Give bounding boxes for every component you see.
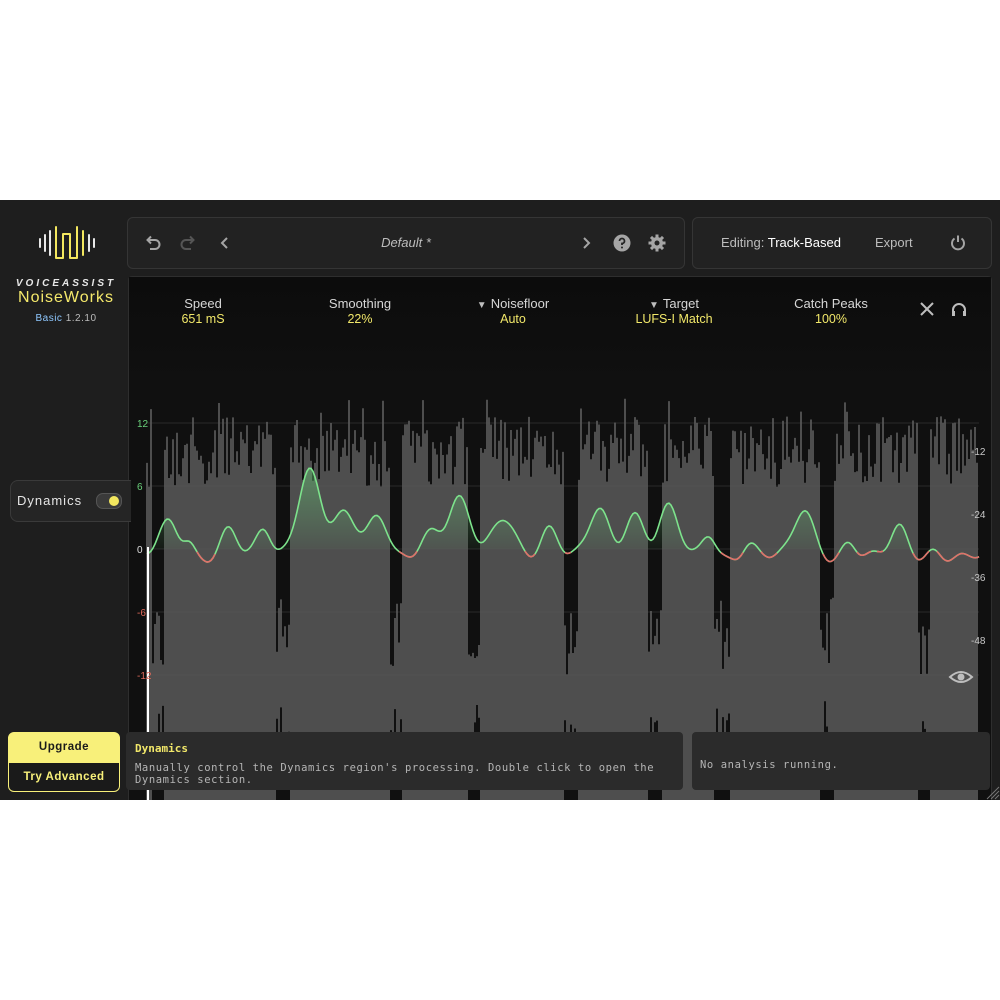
brand-version: Basic 1.2.10 xyxy=(0,313,132,324)
brand-company: VOICEASSIST xyxy=(15,278,117,289)
param-catch-peaks[interactable]: Catch Peaks 100% xyxy=(771,296,891,326)
dropdown-triangle-icon[interactable]: ▼ xyxy=(649,300,659,311)
status-text: No analysis running. xyxy=(700,759,839,771)
version-number: 1.2.10 xyxy=(65,313,97,324)
right-axis-tick-label: -48 xyxy=(971,636,986,647)
info-text: Manually control the Dynamics region's p… xyxy=(135,762,655,786)
undo-icon[interactable] xyxy=(142,232,164,254)
brand-product-name: NoiseWorks xyxy=(18,289,114,306)
param-value[interactable]: 100% xyxy=(771,312,891,326)
info-title: Dynamics xyxy=(135,742,188,755)
dynamics-toggle[interactable] xyxy=(96,493,122,509)
preset-name[interactable]: Default * xyxy=(328,235,484,250)
left-axis-tick-label: -6 xyxy=(137,608,146,619)
settings-icon[interactable] xyxy=(646,232,668,254)
next-preset-icon[interactable] xyxy=(575,232,597,254)
param-target[interactable]: ▼ Target LUFS-I Match xyxy=(614,296,734,326)
waveform-logo-icon xyxy=(39,226,95,259)
param-label: Smoothing xyxy=(328,296,392,311)
param-label: Target xyxy=(662,296,700,311)
editing-value: Track-Based xyxy=(767,235,841,250)
editing-mode[interactable]: Editing: Track-Based xyxy=(721,235,841,250)
preset-toolbar: Default * xyxy=(127,217,685,269)
side-tab-dynamics[interactable]: Dynamics xyxy=(10,480,131,522)
plugin-window: VOICEASSIST NoiseWorks Basic 1.2.10 Defa… xyxy=(0,200,1000,800)
mode-toolbar: Editing: Track-Based Export xyxy=(692,217,992,269)
left-axis-tick-label: -12 xyxy=(137,671,152,682)
graph-canvas[interactable]: 1260-6-12 -12-24-36-48 00:00 00:02 00:04 00… xyxy=(129,277,991,800)
param-label: Catch Peaks xyxy=(794,296,868,311)
dynamics-graph[interactable]: 12 6 0 -6 -12 -12 -24 -36 -48 00:00 00:02 00:04 00… xyxy=(128,276,992,800)
param-value[interactable]: 22% xyxy=(300,312,420,326)
info-panel: Dynamics Manually control the Dynamics r… xyxy=(126,732,683,790)
left-axis-tick-label: 12 xyxy=(137,419,149,430)
prev-preset-icon[interactable] xyxy=(214,232,236,254)
left-axis-tick-label: 6 xyxy=(137,482,143,493)
edition-label: Basic xyxy=(35,313,63,324)
dropdown-triangle-icon[interactable]: ▼ xyxy=(477,300,487,311)
param-noisefloor[interactable]: ▼ Noisefloor Auto xyxy=(453,296,573,326)
right-axis-tick-label: -24 xyxy=(971,510,986,521)
right-axis-tick-label: -12 xyxy=(971,447,986,458)
param-label: Speed xyxy=(184,296,222,311)
param-value[interactable]: 651 mS xyxy=(143,312,263,326)
upgrade-panel: Upgrade Try Advanced xyxy=(8,732,120,792)
try-advanced-button[interactable]: Try Advanced xyxy=(9,763,119,791)
right-axis-tick-label: -36 xyxy=(971,573,986,584)
left-axis-tick-label: 0 xyxy=(137,545,143,556)
toggle-knob xyxy=(109,496,119,506)
upgrade-button[interactable]: Upgrade xyxy=(9,733,119,761)
side-tab-label: Dynamics xyxy=(17,493,83,508)
param-smoothing[interactable]: Smoothing 22% xyxy=(300,296,420,326)
redo-icon[interactable] xyxy=(177,232,199,254)
resize-grip-icon[interactable] xyxy=(984,784,1000,800)
export-button[interactable]: Export xyxy=(875,235,913,250)
param-label: Noisefloor xyxy=(490,296,550,311)
power-icon[interactable] xyxy=(947,232,969,254)
param-value[interactable]: LUFS-I Match xyxy=(614,312,734,326)
status-panel: No analysis running. xyxy=(692,732,990,790)
editing-label: Editing: xyxy=(721,235,765,250)
param-value[interactable]: Auto xyxy=(453,312,573,326)
param-speed[interactable]: Speed 651 mS xyxy=(143,296,263,326)
help-icon[interactable] xyxy=(611,232,633,254)
graph-header-fade xyxy=(129,277,991,387)
